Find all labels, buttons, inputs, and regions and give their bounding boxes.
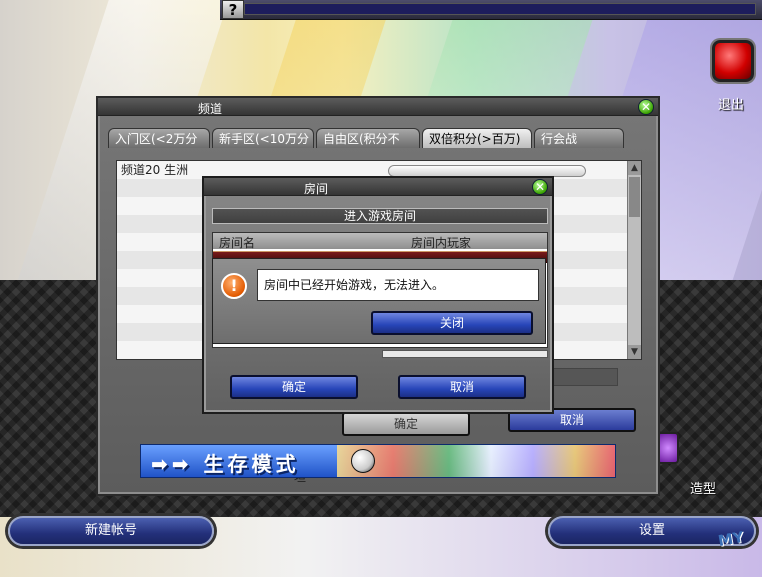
room-title: 房间 (304, 182, 329, 196)
channel-scrollbar[interactable]: ▲ ▼ (627, 161, 641, 359)
new-account-button[interactable]: 新建帐号 (8, 516, 214, 546)
character-mode-label: 造型 (690, 482, 717, 497)
exit-label: 退出 (718, 98, 745, 113)
room-list-header: 房间名 房间内玩家 (213, 233, 547, 250)
room-close-icon[interactable]: ✕ (532, 179, 548, 195)
room-titlebar[interactable]: 房间 ✕ (204, 178, 552, 196)
alert-dialog: ! 房间中已经开始游戏，无法进入。 关闭 (212, 258, 546, 344)
tab-guild-war[interactable]: 行会战 (534, 128, 624, 148)
tab-double-score[interactable]: 双倍积分(>百万) (422, 128, 532, 148)
room-confirm-button[interactable]: 确定 (230, 375, 358, 399)
scroll-thumb[interactable] (629, 177, 640, 217)
channel-confirm-button[interactable]: 确定 (342, 412, 470, 436)
col-room-name: 房间名 (219, 236, 256, 250)
scroll-up-icon[interactable]: ▲ (628, 161, 641, 175)
help-button[interactable]: ? (222, 0, 244, 19)
character-mode-button[interactable] (657, 432, 679, 464)
scroll-down-icon[interactable]: ▼ (628, 345, 641, 359)
soccer-ball-icon (351, 449, 375, 473)
room-cancel-button[interactable]: 取消 (398, 375, 526, 399)
channel-titlebar[interactable]: 频道 ✕ (98, 98, 658, 116)
top-bar-track (244, 3, 756, 15)
survival-mode-text: ➡➡ 生存模式 (151, 452, 300, 476)
warning-icon: ! (221, 273, 247, 299)
alert-close-button[interactable]: 关闭 (371, 311, 533, 335)
channel-close-icon[interactable]: ✕ (638, 99, 654, 115)
tab-free[interactable]: 自由区(积分不 (316, 128, 420, 148)
channel-title: 频道 (198, 102, 223, 116)
enter-room-header: 进入游戏房间 (212, 208, 548, 224)
col-room-players: 房间内玩家 (411, 236, 472, 250)
channel-tabs: 入门区(<2万分 新手区(<10万分 自由区(积分不 双倍积分(>百万) 行会战 (108, 128, 648, 148)
survival-mode-banner[interactable]: ➡➡ 生存模式 (140, 444, 616, 478)
exit-button[interactable] (712, 40, 754, 82)
alert-message: 房间中已经开始游戏，无法进入。 (257, 269, 539, 301)
character-art (337, 445, 615, 477)
tab-beginner[interactable]: 入门区(<2万分 (108, 128, 210, 148)
top-bar (220, 0, 762, 20)
room-info-field (382, 350, 548, 358)
tab-novice[interactable]: 新手区(<10万分 (212, 128, 314, 148)
channel-name: 频道20 生洲 (121, 163, 189, 177)
channel-load-bar (388, 164, 587, 177)
